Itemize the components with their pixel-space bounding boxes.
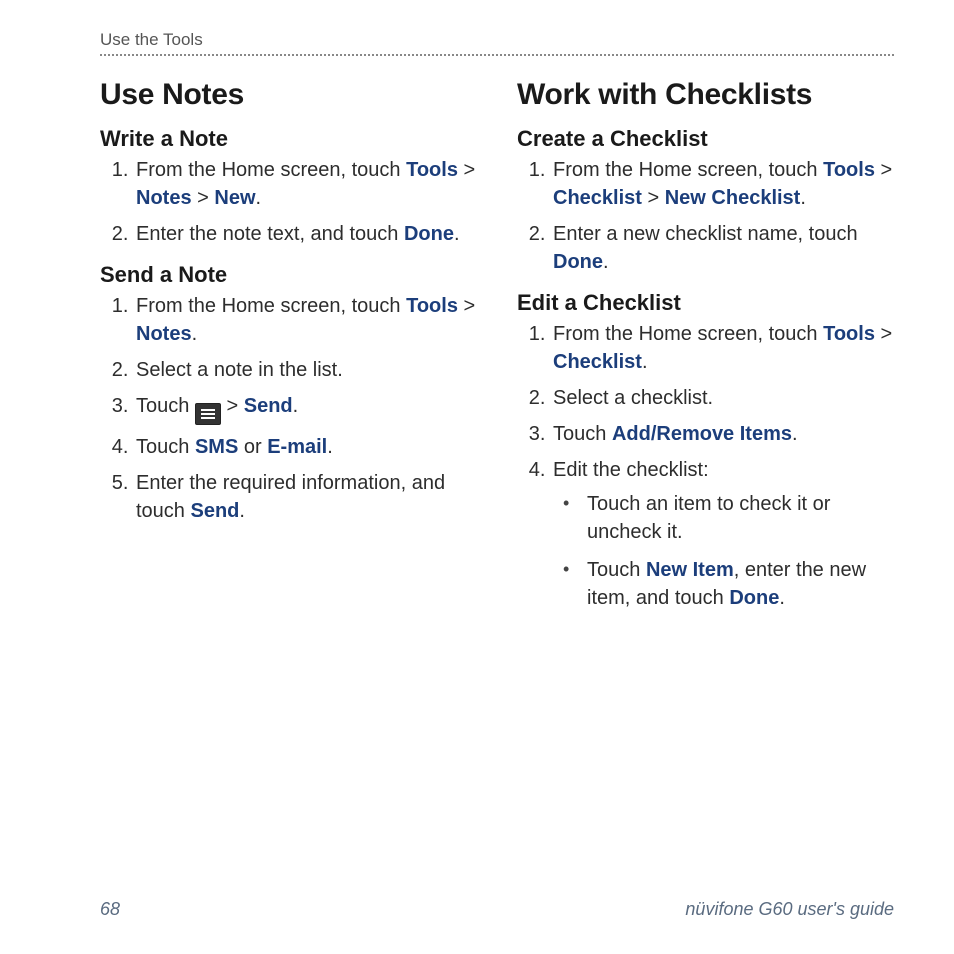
heading-work-with-checklists: Work with Checklists bbox=[517, 78, 894, 112]
text: . bbox=[642, 351, 648, 373]
text: . bbox=[454, 223, 460, 245]
document-page: Use the Tools Use Notes Write a Note Fro… bbox=[0, 0, 954, 954]
step: From the Home screen, touch Tools > Chec… bbox=[551, 320, 894, 376]
heading-send-a-note: Send a Note bbox=[100, 262, 477, 288]
text: Touch bbox=[136, 436, 195, 458]
bullet: Touch an item to check it or uncheck it. bbox=[559, 490, 894, 546]
page-number: 68 bbox=[100, 899, 120, 920]
text: . bbox=[293, 395, 299, 417]
keyword-notes: Notes bbox=[136, 323, 192, 345]
steps-edit-a-checklist: From the Home screen, touch Tools > Chec… bbox=[517, 320, 894, 612]
keyword-sms: SMS bbox=[195, 436, 238, 458]
text: Edit the checklist: bbox=[553, 459, 709, 481]
content-columns: Use Notes Write a Note From the Home scr… bbox=[100, 76, 894, 622]
text: Touch bbox=[553, 423, 612, 445]
text: . bbox=[779, 587, 785, 609]
text: . bbox=[192, 323, 198, 345]
keyword-send: Send bbox=[190, 500, 239, 522]
separator-gt: > bbox=[642, 187, 665, 209]
text: Touch an item to check it or uncheck it. bbox=[587, 493, 830, 543]
step: Select a note in the list. bbox=[134, 356, 477, 384]
text: From the Home screen, touch bbox=[136, 295, 406, 317]
separator-gt: > bbox=[192, 187, 215, 209]
steps-write-a-note: From the Home screen, touch Tools > Note… bbox=[100, 156, 477, 248]
running-header: Use the Tools bbox=[100, 30, 894, 56]
text: Touch bbox=[136, 395, 195, 417]
step: Enter a new checklist name, touch Done. bbox=[551, 220, 894, 276]
keyword-tools: Tools bbox=[406, 159, 458, 181]
page-footer: 68 nüvifone G60 user's guide bbox=[100, 899, 894, 920]
separator-gt: > bbox=[875, 159, 892, 181]
text: . bbox=[792, 423, 798, 445]
keyword-tools: Tools bbox=[823, 159, 875, 181]
text: . bbox=[239, 500, 245, 522]
steps-send-a-note: From the Home screen, touch Tools > Note… bbox=[100, 292, 477, 525]
keyword-checklist: Checklist bbox=[553, 187, 642, 209]
steps-create-a-checklist: From the Home screen, touch Tools > Chec… bbox=[517, 156, 894, 276]
keyword-add-remove-items: Add/Remove Items bbox=[612, 423, 792, 445]
keyword-notes: Notes bbox=[136, 187, 192, 209]
separator-gt: > bbox=[458, 159, 475, 181]
menu-icon bbox=[195, 403, 221, 425]
heading-write-a-note: Write a Note bbox=[100, 126, 477, 152]
text: From the Home screen, touch bbox=[553, 323, 823, 345]
step: From the Home screen, touch Tools > Note… bbox=[134, 292, 477, 348]
text: . bbox=[256, 187, 262, 209]
text: Touch bbox=[587, 559, 646, 581]
keyword-done: Done bbox=[729, 587, 779, 609]
keyword-done: Done bbox=[553, 251, 603, 273]
text: . bbox=[800, 187, 806, 209]
step: Enter the note text, and touch Done. bbox=[134, 220, 477, 248]
text: or bbox=[238, 436, 267, 458]
text: Select a checklist. bbox=[553, 387, 713, 409]
text: Select a note in the list. bbox=[136, 359, 343, 381]
step: Touch > Send. bbox=[134, 392, 477, 425]
step: Enter the required information, and touc… bbox=[134, 469, 477, 525]
step: From the Home screen, touch Tools > Note… bbox=[134, 156, 477, 212]
keyword-send: Send bbox=[244, 395, 293, 417]
left-column: Use Notes Write a Note From the Home scr… bbox=[100, 76, 477, 622]
step: Select a checklist. bbox=[551, 384, 894, 412]
text: From the Home screen, touch bbox=[553, 159, 823, 181]
keyword-done: Done bbox=[404, 223, 454, 245]
heading-edit-a-checklist: Edit a Checklist bbox=[517, 290, 894, 316]
keyword-new: New bbox=[214, 187, 255, 209]
heading-create-a-checklist: Create a Checklist bbox=[517, 126, 894, 152]
step: Touch SMS or E-mail. bbox=[134, 433, 477, 461]
text: Enter a new checklist name, touch bbox=[553, 223, 858, 245]
right-column: Work with Checklists Create a Checklist … bbox=[517, 76, 894, 622]
separator-gt: > bbox=[221, 395, 244, 417]
footer-title: nüvifone G60 user's guide bbox=[685, 899, 894, 920]
separator-gt: > bbox=[875, 323, 892, 345]
keyword-tools: Tools bbox=[406, 295, 458, 317]
keyword-new-checklist: New Checklist bbox=[665, 187, 801, 209]
keyword-checklist: Checklist bbox=[553, 351, 642, 373]
text: Enter the note text, and touch bbox=[136, 223, 404, 245]
step: From the Home screen, touch Tools > Chec… bbox=[551, 156, 894, 212]
step: Touch Add/Remove Items. bbox=[551, 420, 894, 448]
separator-gt: > bbox=[458, 295, 475, 317]
keyword-new-item: New Item bbox=[646, 559, 734, 581]
sub-bullets: Touch an item to check it or uncheck it.… bbox=[553, 490, 894, 612]
text: From the Home screen, touch bbox=[136, 159, 406, 181]
text: . bbox=[603, 251, 609, 273]
keyword-email: E-mail bbox=[267, 436, 327, 458]
text: Enter the required information, and touc… bbox=[136, 472, 445, 522]
text: . bbox=[327, 436, 333, 458]
heading-use-notes: Use Notes bbox=[100, 78, 477, 112]
bullet: Touch New Item, enter the new item, and … bbox=[559, 556, 894, 612]
keyword-tools: Tools bbox=[823, 323, 875, 345]
step: Edit the checklist: Touch an item to che… bbox=[551, 456, 894, 612]
